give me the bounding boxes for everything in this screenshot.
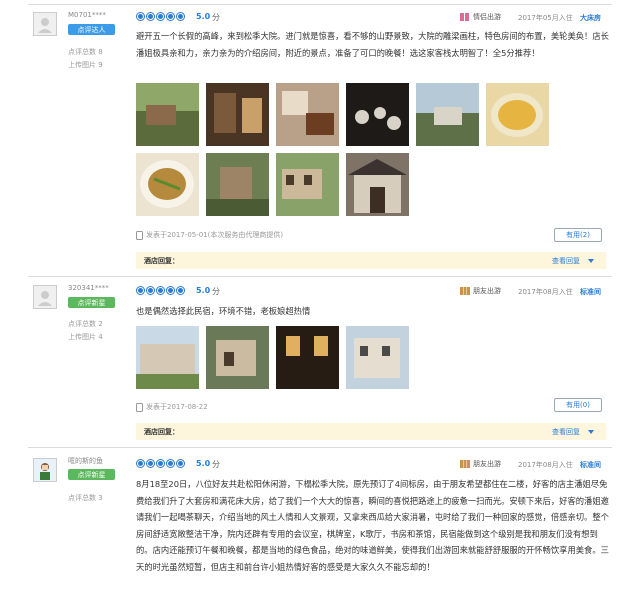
mobile-icon: [136, 230, 143, 240]
star-icon: [136, 286, 145, 295]
score-unit: 分: [212, 13, 220, 22]
photos-total: 上传图片 9: [68, 61, 103, 69]
review-photo[interactable]: [346, 326, 409, 389]
view-reply-link[interactable]: 查看回复: [552, 427, 580, 437]
posted-info: 发表于2017-08-22: [136, 402, 208, 412]
rating-stars: [136, 12, 185, 21]
review-photo[interactable]: [206, 326, 269, 389]
score-value: 5.0: [196, 12, 211, 21]
trip-type: 情侣出游: [460, 12, 501, 22]
friends-icon: [460, 287, 470, 295]
rating-stars: [136, 459, 185, 468]
view-reply-link[interactable]: 查看回复: [552, 256, 580, 266]
review-photo[interactable]: [206, 83, 269, 146]
star-icon: [166, 12, 175, 21]
star-icon: [176, 459, 185, 468]
stay-date: 2017年08月入住: [518, 461, 573, 469]
review-text: 8月18至20日，八位好友共赴松阳休闲游，下榻松季大院，原先预订了4间标房，由于…: [136, 479, 609, 572]
friends-icon: [460, 460, 470, 468]
room-type: 大床房: [580, 14, 601, 22]
posted-text: 发表于2017-08-22: [146, 403, 208, 411]
star-icon: [146, 459, 155, 468]
star-icon: [176, 12, 185, 21]
review-photo[interactable]: [346, 83, 409, 146]
score-unit: 分: [212, 460, 220, 469]
chevron-down-icon[interactable]: [588, 430, 594, 434]
posted-info: 发表于2017-05-01(本次服务由代理商提供): [136, 230, 283, 240]
reply-label: 酒店回复：: [144, 428, 179, 436]
star-icon: [146, 12, 155, 21]
stay-date: 2017年08月入住: [518, 288, 573, 296]
photo-gallery: [136, 83, 610, 216]
review-photo[interactable]: [206, 153, 269, 216]
photos-total: 上传图片 4: [68, 333, 103, 341]
username[interactable]: 哐的斯的鱼: [68, 456, 103, 466]
star-icon: [156, 12, 165, 21]
review-photo[interactable]: [136, 153, 199, 216]
star-icon: [136, 12, 145, 21]
trip-type: 朋友出游: [460, 459, 501, 469]
photo-gallery: [136, 326, 610, 389]
mobile-icon: [136, 402, 143, 412]
review-photo[interactable]: [276, 153, 339, 216]
trip-type-label: 朋友出游: [473, 287, 501, 295]
trip-type-label: 朋友出游: [473, 460, 501, 468]
user-badge: 点评新星: [68, 469, 115, 480]
review-text: 避开五一个长假的高峰，来到松季大院。进门就是惊喜，看不够的山野景致，大院的雕梁画…: [136, 31, 609, 58]
chevron-down-icon[interactable]: [588, 259, 594, 263]
review-photo[interactable]: [276, 83, 339, 146]
useful-button[interactable]: 有用(0): [554, 398, 602, 412]
star-icon: [176, 286, 185, 295]
couple-icon: [460, 13, 469, 21]
user-badge: 点评达人: [68, 24, 115, 35]
avatar[interactable]: [33, 12, 57, 36]
reply-label: 酒店回复：: [144, 257, 179, 265]
star-icon: [156, 459, 165, 468]
reviews-total: 点评总数 8: [68, 48, 103, 56]
review-photo[interactable]: [136, 83, 199, 146]
username[interactable]: 320341****: [68, 284, 109, 292]
reviews-total: 点评总数 3: [68, 494, 103, 502]
reviews-total: 点评总数 2: [68, 320, 103, 328]
avatar[interactable]: [33, 285, 57, 309]
score-value: 5.0: [196, 459, 211, 468]
useful-button[interactable]: 有用(2): [554, 228, 602, 242]
review-text: 也是偶然选择此民宿，环境不错，老板娘超热情: [136, 306, 311, 316]
user-badge: 点评新星: [68, 297, 115, 308]
room-type: 标准间: [580, 461, 601, 469]
room-type: 标准间: [580, 288, 601, 296]
review-photo[interactable]: [346, 153, 409, 216]
posted-text: 发表于2017-05-01(本次服务由代理商提供): [146, 231, 284, 239]
review-photo[interactable]: [486, 83, 549, 146]
trip-type-label: 情侣出游: [473, 13, 501, 21]
review-photo[interactable]: [276, 326, 339, 389]
hotel-reply-bar: 酒店回复： 查看回复: [136, 423, 606, 440]
stay-date: 2017年05月入住: [518, 14, 573, 22]
username[interactable]: M0701****: [68, 11, 106, 19]
star-icon: [166, 459, 175, 468]
trip-type: 朋友出游: [460, 286, 501, 296]
star-icon: [156, 286, 165, 295]
review-photo[interactable]: [416, 83, 479, 146]
star-icon: [146, 286, 155, 295]
rating-stars: [136, 286, 185, 295]
score-value: 5.0: [196, 286, 211, 295]
score-unit: 分: [212, 287, 220, 296]
star-icon: [136, 459, 145, 468]
avatar[interactable]: [33, 458, 57, 482]
hotel-reply-bar: 酒店回复： 查看回复: [136, 252, 606, 269]
star-icon: [166, 286, 175, 295]
review-photo[interactable]: [136, 326, 199, 389]
